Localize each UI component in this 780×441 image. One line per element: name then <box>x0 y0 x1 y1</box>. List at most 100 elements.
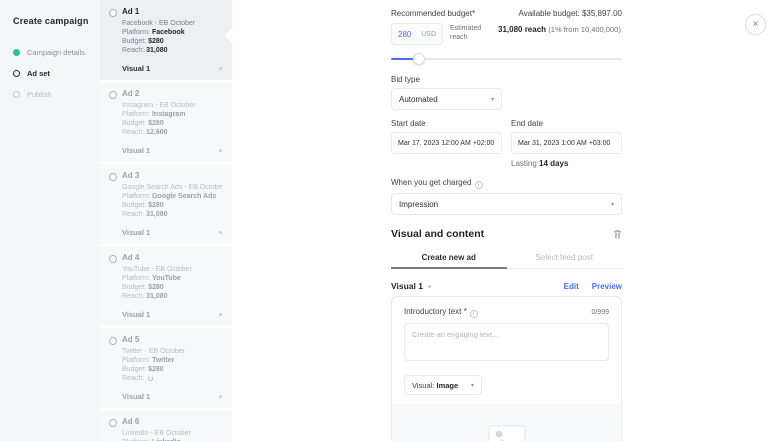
ad-reach-line: Reach: 31,080 <box>122 292 222 301</box>
ad-visual-label: Visual 1 <box>122 392 150 401</box>
tab-select-feed-post[interactable]: Select feed post <box>507 248 623 268</box>
estimated-reach-label: Estimated reach <box>450 24 494 45</box>
budget-slider[interactable] <box>391 53 622 65</box>
ad-card-body: Ad 2 Instagram - EB October Platform: In… <box>122 89 222 155</box>
platform-value: Twitter <box>152 357 174 364</box>
visual-status-dot <box>219 231 222 234</box>
budget-value: $280 <box>148 120 164 127</box>
ad-visual-label: Visual 1 <box>122 228 150 237</box>
visual-type-prefix: Visual: <box>412 381 434 390</box>
ad-card-body: Ad 5 Twitter - EB October Platform: Twit… <box>122 335 222 401</box>
ad-radio-button[interactable] <box>109 255 117 263</box>
charged-label: When you get charged <box>391 178 472 187</box>
ad-visual-row[interactable]: Visual 1 <box>122 64 222 73</box>
sidebar-step-campaign-details[interactable]: Campaign details <box>13 48 92 57</box>
charged-select[interactable]: Impression ▾ <box>391 193 622 215</box>
budget-label: Budget: <box>122 202 146 209</box>
reach-value: 31,080 <box>146 47 167 54</box>
slider-track[interactable] <box>391 58 622 60</box>
ad-visual-label: Visual 1 <box>122 310 150 319</box>
start-date-value: Mar 17, 2023 12:00 AM +02:00 <box>398 140 494 147</box>
ad-radio-button[interactable] <box>109 9 117 17</box>
ad-visual-row[interactable]: Visual 1 <box>122 392 222 401</box>
tab-create-new-ad[interactable]: Create new ad <box>391 248 507 268</box>
create-campaign-window: Create campaign Campaign details Ad set … <box>0 0 780 441</box>
edit-visual-link[interactable]: Edit <box>564 282 579 291</box>
step-active-dot-icon <box>13 70 20 77</box>
introductory-text-label-row: Introductory text *i <box>404 307 478 318</box>
ad-radio-button[interactable] <box>109 419 117 427</box>
bid-type-select[interactable]: Automated ▾ <box>391 88 502 110</box>
sidebar-step-publish[interactable]: Publish <box>13 90 92 99</box>
ad-visual-row[interactable]: Visual 1 <box>122 228 222 237</box>
end-date-value: Mar 31, 2023 1:00 AM +03:00 <box>518 140 610 147</box>
close-button[interactable]: × <box>745 14 766 35</box>
reach-detail: (1% from 10,400,000) <box>548 25 621 34</box>
start-date-input[interactable]: Mar 17, 2023 12:00 AM +02:00 <box>391 132 502 154</box>
visual-type-selected: Image <box>436 381 458 390</box>
ad-subtitle: Twitter - EB October <box>122 347 222 356</box>
platform-value: Facebook <box>152 29 185 36</box>
budget-label: Budget: <box>122 366 146 373</box>
visual-status-dot <box>219 67 222 70</box>
start-date-label: Start date <box>391 119 502 128</box>
delete-visual-button[interactable] <box>613 229 622 239</box>
ad-visual-row[interactable]: Visual 1 <box>122 146 222 155</box>
reach-label: Reach: <box>122 211 144 218</box>
introductory-text-input[interactable] <box>404 323 609 361</box>
ad-subtitle: LinkedIn - EB October <box>122 429 222 438</box>
preview-visual-link[interactable]: Preview <box>592 282 622 291</box>
ad-platform-line: Platform: Facebook <box>122 28 222 37</box>
ad-budget-line: Budget: $280 <box>122 37 222 46</box>
platform-value: YouTube <box>152 275 181 282</box>
reach-number: 31,080 reach <box>498 25 546 34</box>
ad-visual-label: Visual 1 <box>122 146 150 155</box>
platform-value: Instagram <box>152 111 185 118</box>
ad-card[interactable]: Ad 3 Google Search Ads - EB October Plat… <box>100 164 232 244</box>
budget-value: 280 <box>398 30 411 39</box>
ad-subtitle: YouTube - EB October <box>122 265 222 274</box>
reach-loading-spinner-icon <box>148 376 153 381</box>
visual-title: Visual 1 <box>391 281 423 291</box>
end-date-label: End date <box>511 119 622 128</box>
step-list: Campaign details Ad set Publish <box>13 48 92 99</box>
ad-name: Ad 2 <box>122 89 222 98</box>
visual-status-dot <box>219 313 222 316</box>
budget-input[interactable]: 280 USD <box>391 23 443 45</box>
ad-platform-line: Platform: Twitter <box>122 356 222 365</box>
platform-label: Platform: <box>122 29 150 36</box>
ad-card[interactable]: Ad 5 Twitter - EB October Platform: Twit… <box>100 328 232 408</box>
ad-subtitle: Instagram - EB October <box>122 101 222 110</box>
ad-subtitle: Google Search Ads - EB October <box>122 183 222 192</box>
upload-image-dropzone[interactable]: Upload image Image size: 1200x628 pixels… <box>392 404 621 441</box>
page-title: Create campaign <box>13 16 92 26</box>
ad-radio-button[interactable] <box>109 337 117 345</box>
reach-value: 31,080 <box>146 293 167 300</box>
ad-card[interactable]: Ad 6 LinkedIn - EB October Platform: Lin… <box>100 410 232 441</box>
trash-icon <box>613 229 622 239</box>
ad-card[interactable]: Ad 1 Facebook - EB October Platform: Fac… <box>100 0 232 80</box>
ad-card[interactable]: Ad 4 YouTube - EB October Platform: YouT… <box>100 246 232 326</box>
info-icon[interactable]: i <box>470 310 478 318</box>
sidebar-step-ad-set[interactable]: Ad set <box>13 69 92 78</box>
visual-status-dot <box>219 395 222 398</box>
ad-reach-line: Reach: 12,600 <box>122 128 222 137</box>
character-counter: 0/999 <box>591 309 609 316</box>
bid-type-label: Bid type <box>391 75 622 84</box>
ad-radio-button[interactable] <box>109 91 117 99</box>
end-date-input[interactable]: Mar 31, 2023 1:00 AM +03:00 <box>511 132 622 154</box>
visual-type-select[interactable]: Visual: Image ▾ <box>404 375 482 395</box>
info-icon[interactable]: i <box>475 181 483 189</box>
ad-card[interactable]: Ad 2 Instagram - EB October Platform: In… <box>100 82 232 162</box>
slider-handle[interactable] <box>413 53 425 65</box>
budget-currency: USD <box>421 31 436 38</box>
introductory-text-label: Introductory text * <box>404 307 467 316</box>
platform-value: Google Search Ads <box>152 193 216 200</box>
chevron-down-icon: ▾ <box>491 96 494 103</box>
step-label: Campaign details <box>27 48 85 57</box>
ad-cards-container: Ad 1 Facebook - EB October Platform: Fac… <box>100 0 232 441</box>
ad-visual-row[interactable]: Visual 1 <box>122 310 222 319</box>
lasting-days: 14 days <box>539 159 568 168</box>
ad-radio-button[interactable] <box>109 173 117 181</box>
ad-editor-panel: Recommended budget* Available budget: $3… <box>232 0 780 441</box>
